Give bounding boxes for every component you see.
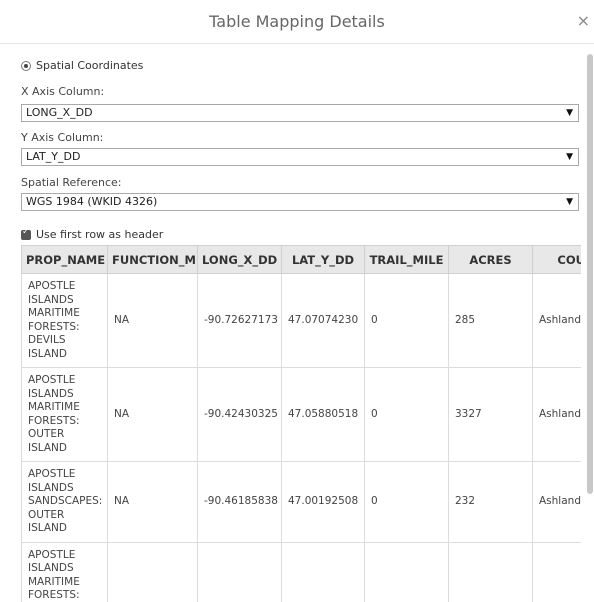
spatial-reference-label: Spatial Reference: <box>21 176 122 189</box>
vertical-scrollbar[interactable] <box>587 54 593 494</box>
table-cell <box>448 541 533 602</box>
table-cell: 232 <box>448 461 533 543</box>
y-axis-select[interactable]: LAT_Y_DD ▼ <box>21 148 579 166</box>
table-cell <box>532 541 581 602</box>
spatial-coordinates-label: Spatial Coordinates <box>36 59 144 72</box>
y-axis-label: Y Axis Column: <box>21 131 104 144</box>
spatial-reference-select[interactable]: WGS 1984 (WKID 4326) ▼ <box>21 193 579 211</box>
table-cell: 47.00192508 <box>281 461 365 543</box>
x-axis-value: LONG_X_DD <box>26 106 93 119</box>
column-header[interactable]: LONG_X_DD <box>197 245 282 274</box>
table-row: APOSTLE ISLANDS MARITIME FORESTS: OUTER … <box>21 367 581 462</box>
close-icon[interactable]: × <box>577 11 590 30</box>
table-cell <box>364 541 449 602</box>
x-axis-select[interactable]: LONG_X_DD ▼ <box>21 104 579 122</box>
table-cell: Ashland <box>532 461 581 543</box>
table-cell: 0 <box>364 461 449 543</box>
table-header-row: PROP_NAME FUNCTION_M LONG_X_DD LAT_Y_DD … <box>21 245 581 274</box>
checkbox-checked-icon[interactable] <box>21 227 31 240</box>
x-axis-label: X Axis Column: <box>21 85 105 98</box>
table-cell: 0 <box>364 367 449 462</box>
table-cell: APOSTLE ISLANDS MARITIME FORESTS: OUTER … <box>21 367 108 462</box>
spatial-coordinates-option[interactable]: Spatial Coordinates <box>21 59 143 72</box>
use-first-row-header-label: Use first row as header <box>36 228 164 241</box>
column-header[interactable]: ACRES <box>448 245 533 274</box>
table-cell: Ashland <box>532 367 581 462</box>
table-cell: APOSTLE ISLANDS MARITIME FORESTS: DEVILS… <box>21 273 108 368</box>
dropdown-caret-icon: ▼ <box>566 152 573 162</box>
table-cell: NA <box>107 273 198 368</box>
y-axis-value: LAT_Y_DD <box>26 150 81 163</box>
table-cell: 3327 <box>448 367 533 462</box>
table-cell: -90.46185838 <box>197 461 282 543</box>
dialog-title-bar: Table Mapping Details × <box>0 0 594 44</box>
table-cell: 47.05880518 <box>281 367 365 462</box>
table-cell <box>281 541 365 602</box>
dialog-title: Table Mapping Details <box>209 12 385 31</box>
column-header[interactable]: LAT_Y_DD <box>281 245 365 274</box>
preview-table: PROP_NAME FUNCTION_M LONG_X_DD LAT_Y_DD … <box>21 245 581 602</box>
dropdown-caret-icon: ▼ <box>566 197 573 207</box>
table-cell: APOSTLE ISLANDS SANDSCAPES: OUTER ISLAND <box>21 461 108 543</box>
table-mapping-dialog: Table Mapping Details × Spatial Coordina… <box>0 0 594 602</box>
radio-selected-icon[interactable] <box>21 60 31 71</box>
preview-table-container[interactable]: PROP_NAME FUNCTION_M LONG_X_DD LAT_Y_DD … <box>21 245 581 602</box>
column-header[interactable]: TRAIL_MILE <box>364 245 449 274</box>
table-cell: -90.42430325 <box>197 367 282 462</box>
table-cell: 0 <box>364 273 449 368</box>
table-cell: 285 <box>448 273 533 368</box>
table-cell: -90.72627173 <box>197 273 282 368</box>
table-row: APOSTLE ISLANDS SANDSCAPES: OUTER ISLAND… <box>21 461 581 543</box>
table-cell <box>107 541 198 602</box>
table-row: APOSTLE ISLANDS MARITIME FORESTS: DEVILS… <box>21 273 581 368</box>
table-cell: NA <box>107 367 198 462</box>
table-cell: Ashland <box>532 273 581 368</box>
column-header[interactable]: COUN <box>532 245 581 274</box>
table-cell: APOSTLE ISLANDS MARITIME FORESTS: <box>21 541 108 602</box>
dropdown-caret-icon: ▼ <box>566 108 573 118</box>
column-header[interactable]: FUNCTION_M <box>107 245 198 274</box>
column-header[interactable]: PROP_NAME <box>21 245 108 274</box>
table-row: APOSTLE ISLANDS MARITIME FORESTS: <box>21 541 581 602</box>
table-cell: 47.07074230 <box>281 273 365 368</box>
use-first-row-header-option[interactable]: Use first row as header <box>21 227 164 241</box>
spatial-reference-value: WGS 1984 (WKID 4326) <box>26 195 158 208</box>
table-cell <box>197 541 282 602</box>
table-cell: NA <box>107 461 198 543</box>
